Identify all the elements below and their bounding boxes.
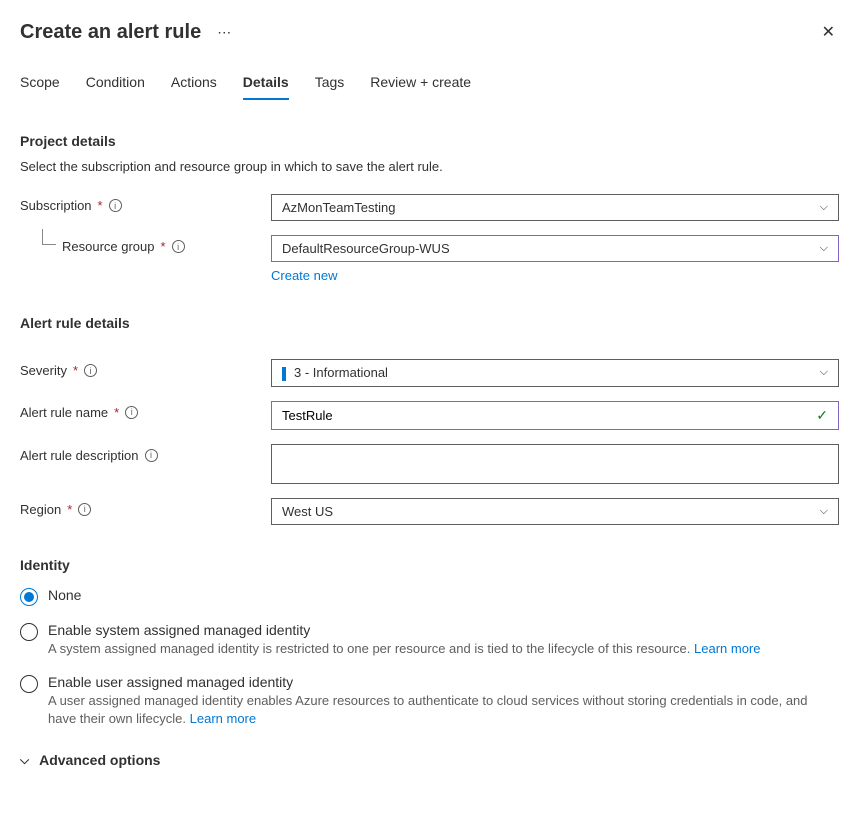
tab-tags[interactable]: Tags <box>315 74 345 100</box>
alert-rule-name-input[interactable]: ✓ <box>271 401 839 430</box>
description-input[interactable] <box>271 444 839 484</box>
tab-review-create[interactable]: Review + create <box>370 74 471 100</box>
region-label-wrap: Region * i <box>20 498 271 517</box>
severity-control: 3 - Informational ⌵ <box>271 359 839 387</box>
identity-system-desc: A system assigned managed identity is re… <box>48 640 839 658</box>
identity-radio-system[interactable]: Enable system assigned managed identity … <box>20 622 839 658</box>
radio-body: Enable user assigned managed identity A … <box>48 674 839 728</box>
tree-line <box>42 229 56 245</box>
identity-section: Identity None Enable system assigned man… <box>20 557 839 769</box>
identity-radio-group: None Enable system assigned managed iden… <box>20 587 839 729</box>
info-icon[interactable]: i <box>84 364 97 377</box>
advanced-options-label: Advanced options <box>39 752 160 768</box>
alert-rule-name-label-wrap: Alert rule name * i <box>20 401 271 420</box>
info-icon[interactable]: i <box>109 199 122 212</box>
description-label-wrap: Alert rule description i <box>20 444 271 463</box>
subscription-control: AzMonTeamTesting ⌵ <box>271 194 839 221</box>
identity-none-label: None <box>48 587 839 603</box>
project-details-desc: Select the subscription and resource gro… <box>20 159 839 174</box>
severity-value: 3 - Informational <box>282 365 388 381</box>
severity-label-wrap: Severity * i <box>20 359 271 378</box>
description-label: Alert rule description <box>20 448 139 463</box>
chevron-down-icon: ⌵ <box>820 366 828 379</box>
required-asterisk: * <box>114 405 119 420</box>
chevron-down-icon: ⌵ <box>820 505 828 518</box>
resource-group-label: Resource group <box>62 239 155 254</box>
info-icon[interactable]: i <box>78 503 91 516</box>
required-asterisk: * <box>161 239 166 254</box>
alert-rule-name-control: ✓ <box>271 401 839 430</box>
title-wrap: Create an alert rule ⋯ <box>20 20 235 45</box>
alert-rule-details-section: Alert rule details Severity * i 3 - Info… <box>20 315 839 525</box>
resource-group-control: DefaultResourceGroup-WUS ⌵ Create new <box>271 235 839 283</box>
identity-title: Identity <box>20 557 839 573</box>
required-asterisk: * <box>73 363 78 378</box>
required-asterisk: * <box>98 198 103 213</box>
advanced-options-expander[interactable]: ⌵ Advanced options <box>20 752 839 768</box>
severity-label: Severity <box>20 363 67 378</box>
check-icon: ✓ <box>816 407 828 424</box>
region-row: Region * i West US ⌵ <box>20 498 839 525</box>
info-icon[interactable]: i <box>145 449 158 462</box>
identity-radio-none[interactable]: None <box>20 587 839 606</box>
region-value: West US <box>282 504 333 519</box>
description-row: Alert rule description i <box>20 444 839 484</box>
radio-icon[interactable] <box>20 623 38 641</box>
chevron-down-icon: ⌵ <box>20 753 29 768</box>
create-new-link[interactable]: Create new <box>271 268 337 283</box>
radio-body: Enable system assigned managed identity … <box>48 622 839 658</box>
identity-user-label: Enable user assigned managed identity <box>48 674 839 690</box>
project-details-title: Project details <box>20 133 839 149</box>
close-icon[interactable]: ✕ <box>818 18 839 46</box>
tab-actions[interactable]: Actions <box>171 74 217 100</box>
severity-dropdown[interactable]: 3 - Informational ⌵ <box>271 359 839 387</box>
resource-group-dropdown[interactable]: DefaultResourceGroup-WUS ⌵ <box>271 235 839 262</box>
identity-user-desc: A user assigned managed identity enables… <box>48 692 839 728</box>
description-control <box>271 444 839 484</box>
chevron-down-icon: ⌵ <box>820 201 828 214</box>
severity-row: Severity * i 3 - Informational ⌵ <box>20 359 839 387</box>
alert-rule-details-title: Alert rule details <box>20 315 839 331</box>
tab-condition[interactable]: Condition <box>86 74 145 100</box>
info-icon[interactable]: i <box>172 240 185 253</box>
alert-rule-name-field[interactable] <box>282 408 816 423</box>
alert-rule-name-row: Alert rule name * i ✓ <box>20 401 839 430</box>
region-control: West US ⌵ <box>271 498 839 525</box>
subscription-label: Subscription <box>20 198 92 213</box>
project-details-section: Project details Select the subscription … <box>20 133 839 283</box>
header: Create an alert rule ⋯ ✕ <box>20 18 839 46</box>
subscription-label-wrap: Subscription * i <box>20 194 271 213</box>
more-actions-icon[interactable]: ⋯ <box>213 20 235 45</box>
resource-group-value: DefaultResourceGroup-WUS <box>282 241 450 256</box>
learn-more-link[interactable]: Learn more <box>694 640 760 658</box>
subscription-dropdown[interactable]: AzMonTeamTesting ⌵ <box>271 194 839 221</box>
radio-body: None <box>48 587 839 603</box>
tab-details[interactable]: Details <box>243 74 289 100</box>
radio-icon[interactable] <box>20 588 38 606</box>
learn-more-link[interactable]: Learn more <box>190 710 256 728</box>
resource-group-label-wrap: Resource group * i <box>20 235 271 254</box>
alert-rule-name-label: Alert rule name <box>20 405 108 420</box>
region-label: Region <box>20 502 61 517</box>
region-dropdown[interactable]: West US ⌵ <box>271 498 839 525</box>
identity-system-label: Enable system assigned managed identity <box>48 622 839 638</box>
subscription-value: AzMonTeamTesting <box>282 200 395 215</box>
subscription-row: Subscription * i AzMonTeamTesting ⌵ <box>20 194 839 221</box>
page-title: Create an alert rule <box>20 21 201 44</box>
required-asterisk: * <box>67 502 72 517</box>
info-icon[interactable]: i <box>125 406 138 419</box>
tab-scope[interactable]: Scope <box>20 74 60 100</box>
tabs: Scope Condition Actions Details Tags Rev… <box>20 74 839 101</box>
resource-group-row: Resource group * i DefaultResourceGroup-… <box>20 235 839 283</box>
chevron-down-icon: ⌵ <box>820 242 828 255</box>
radio-icon[interactable] <box>20 675 38 693</box>
severity-chip <box>282 367 286 381</box>
identity-radio-user[interactable]: Enable user assigned managed identity A … <box>20 674 839 728</box>
